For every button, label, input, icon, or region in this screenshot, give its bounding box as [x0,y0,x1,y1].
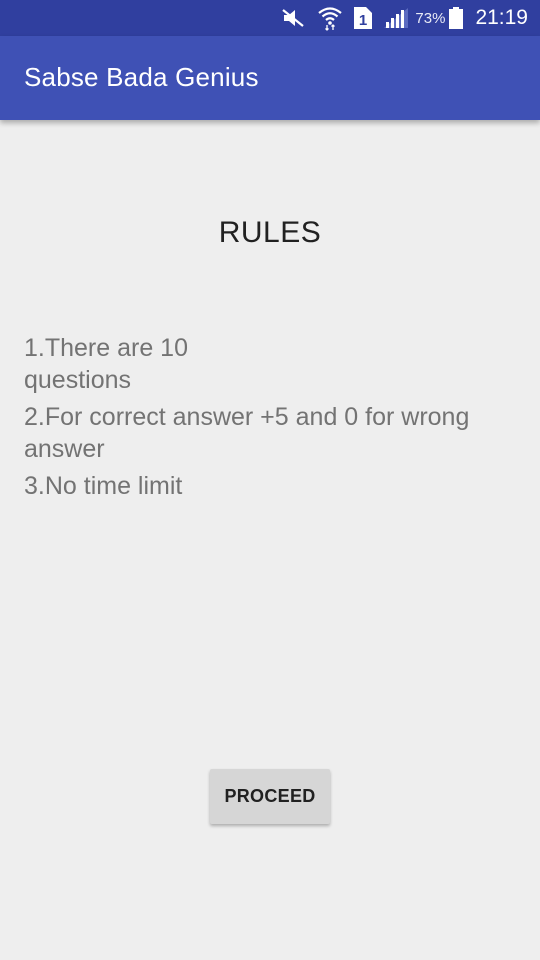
status-bar: 1 73% 21:19 [0,0,540,36]
rule-item-2: 2.For correct answer +5 and 0 for wrong … [24,403,470,463]
sim-1-icon: 1 [353,0,373,36]
rules-list: 1.There are 10 questions 2.For correct a… [24,332,514,507]
battery-icon [449,0,464,36]
app-title: Sabse Bada Genius [24,61,259,92]
status-time: 21:19 [475,6,528,29]
proceed-button[interactable]: PROCEED [210,769,330,824]
mute-icon [281,0,307,36]
rule-item-1: 1.There are 10 questions [24,334,188,394]
battery-percent: 73% [415,9,446,27]
app-bar: Sabse Bada Genius [0,36,540,120]
rules-heading: RULES [218,216,322,249]
wifi-icon [317,0,343,36]
signal-icon [383,0,409,36]
sim-number: 1 [359,12,367,29]
rule-item-3: 3.No time limit [24,472,183,500]
